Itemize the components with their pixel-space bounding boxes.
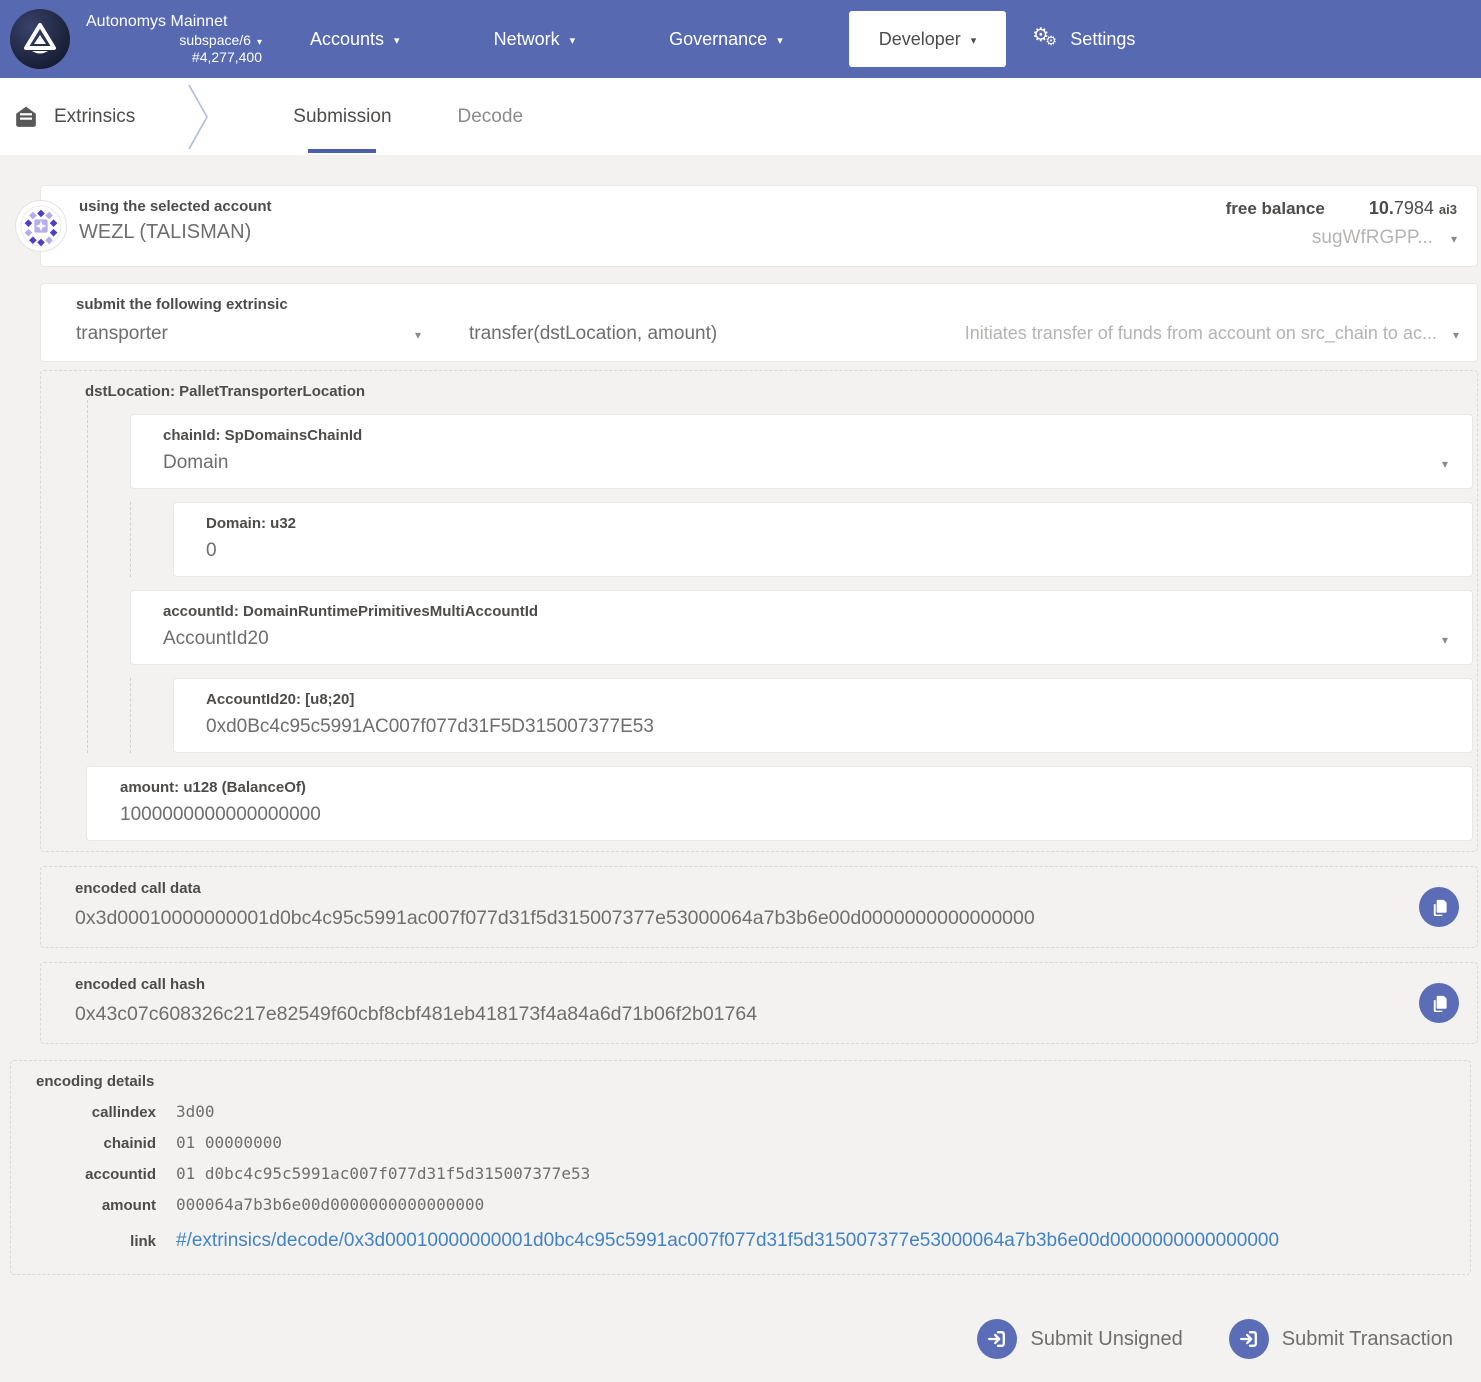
- detail-row-link: link #/extrinsics/decode/0x3d00010000000…: [11, 1230, 1470, 1252]
- balance-block: free balance 10.7984 ai3 sugWfRGPP...▾: [1226, 198, 1457, 249]
- tab-decode[interactable]: Decode: [450, 78, 532, 155]
- tab-bar: Submission Decode: [285, 78, 531, 155]
- dstlocation-nested-group: chainId: SpDomainsChainId Domain ▾ Domai…: [87, 400, 1477, 753]
- extrinsics-inbox-icon: [14, 105, 38, 129]
- chevron-down-icon: ▾: [1451, 232, 1457, 246]
- free-balance-label: free balance: [1226, 199, 1325, 219]
- nav-developer[interactable]: Developer▾: [849, 11, 1007, 67]
- chevron-down-icon: ▾: [1442, 633, 1448, 647]
- detail-key: amount: [11, 1197, 156, 1214]
- detail-value: 01 d0bc4c95c5991ac007f077d31f5d315007377…: [176, 1164, 590, 1183]
- param-accountid-value[interactable]: AccountId20: [163, 628, 1472, 650]
- sign-in-arrow-icon: [1229, 1319, 1269, 1359]
- encoded-call-data-label: encoded call data: [75, 880, 1477, 897]
- method-select[interactable]: transfer(dstLocation, amount): [469, 323, 717, 345]
- chevron-down-icon: ▾: [257, 37, 262, 48]
- copy-call-hash-button[interactable]: [1419, 983, 1459, 1023]
- decode-link[interactable]: #/extrinsics/decode/0x3d00010000000001d0…: [176, 1230, 1279, 1252]
- submit-unsigned-button[interactable]: Submit Unsigned: [977, 1319, 1182, 1359]
- encoding-details-section: encoding details callindex 3d00 chainid …: [10, 1060, 1471, 1275]
- param-accountid[interactable]: accountId: DomainRuntimePrimitivesMultiA…: [130, 590, 1473, 665]
- encoded-call-hash-label: encoded call hash: [75, 976, 1477, 993]
- autonomys-triangle-icon: [20, 19, 60, 59]
- extrinsic-section-label: submit the following extrinsic: [76, 296, 1477, 313]
- submit-actions: Submit Unsigned Submit Transaction: [0, 1319, 1453, 1359]
- chevron-down-icon: ▾: [971, 34, 977, 47]
- account-selector-card[interactable]: using the selected account WEZL (TALISMA…: [40, 185, 1478, 267]
- param-accountid20-value[interactable]: 0xd0Bc4c95c5991AC007f077d31F5D315007377E…: [206, 716, 1472, 738]
- submit-unsigned-label: Submit Unsigned: [1030, 1328, 1182, 1351]
- detail-row-callindex: callindex 3d00: [11, 1102, 1470, 1121]
- encoded-call-hash-value: 0x43c07c608326c217e82549f60cbf8cbf481eb4…: [75, 1003, 1367, 1026]
- network-info: Autonomys Mainnet subspace/6▾ #4,277,400: [84, 12, 262, 67]
- detail-value: 01 00000000: [176, 1133, 282, 1152]
- sign-in-arrow-icon: [977, 1319, 1017, 1359]
- breadcrumb-chevron-icon: [186, 83, 212, 156]
- encoding-details-label: encoding details: [36, 1073, 1470, 1090]
- detail-key: chainid: [11, 1135, 156, 1152]
- method-description-dropdown[interactable]: Initiates transfer of funds from account…: [717, 323, 1477, 344]
- encoded-call-hash-section: encoded call hash 0x43c07c608326c217e825…: [40, 962, 1478, 1044]
- detail-row-accountid: accountid 01 d0bc4c95c5991ac007f077d31f5…: [11, 1164, 1470, 1183]
- params-container: dstLocation: PalletTransporterLocation c…: [40, 370, 1478, 852]
- chevron-down-icon: ▾: [570, 34, 576, 47]
- detail-key: callindex: [11, 1104, 156, 1121]
- chevron-down-icon: ▾: [777, 34, 783, 47]
- copy-icon: [1430, 994, 1449, 1013]
- detail-key: link: [11, 1233, 156, 1250]
- accountid-nested-group: AccountId20: [u8;20] 0xd0Bc4c95c5991AC00…: [130, 678, 1477, 753]
- account-identicon[interactable]: [15, 200, 67, 252]
- autonomys-logo-icon[interactable]: [10, 9, 70, 69]
- submit-transaction-label: Submit Transaction: [1282, 1328, 1453, 1351]
- param-domain-label: Domain: u32: [206, 515, 1472, 532]
- nav-governance[interactable]: Governance▾: [669, 29, 783, 50]
- detail-value: 3d00: [176, 1102, 215, 1121]
- param-accountid-label: accountId: DomainRuntimePrimitivesMultiA…: [163, 603, 1472, 620]
- settings-gears-icon: ⚙ ⚙: [1032, 26, 1062, 52]
- pallet-select[interactable]: transporter▾: [76, 323, 421, 345]
- param-dstlocation-label: dstLocation: PalletTransporterLocation: [85, 383, 1477, 400]
- free-balance-value: 10.: [1369, 198, 1394, 219]
- copy-call-data-button[interactable]: [1419, 887, 1459, 927]
- block-number: #4,277,400: [84, 49, 262, 67]
- nav-accounts[interactable]: Accounts▾: [310, 29, 400, 50]
- param-amount-label: amount: u128 (BalanceOf): [120, 779, 1472, 796]
- balance-unit: ai3: [1439, 202, 1457, 217]
- network-name: Autonomys Mainnet: [84, 12, 262, 32]
- page-title: Extrinsics: [54, 106, 135, 128]
- param-chainid-value[interactable]: Domain: [163, 452, 1472, 474]
- param-amount-value[interactable]: 1000000000000000000: [120, 804, 1472, 826]
- chain-spec-selector[interactable]: subspace/6▾: [84, 32, 262, 50]
- nav-network[interactable]: Network▾: [494, 29, 576, 50]
- encoded-call-data-section: encoded call data 0x3d00010000000001d0bc…: [40, 866, 1478, 948]
- chevron-down-icon: ▾: [415, 328, 421, 342]
- breadcrumb-tab-bar: Extrinsics Submission Decode: [0, 78, 1481, 155]
- submit-transaction-button[interactable]: Submit Transaction: [1229, 1319, 1453, 1359]
- param-accountid20-label: AccountId20: [u8;20]: [206, 691, 1472, 708]
- top-navigation-bar: Autonomys Mainnet subspace/6▾ #4,277,400…: [0, 0, 1481, 78]
- detail-value: 000064a7b3b6e00d0000000000000000: [176, 1195, 484, 1214]
- account-address-dropdown[interactable]: sugWfRGPP...▾: [1226, 227, 1457, 249]
- chevron-down-icon: ▾: [1453, 328, 1459, 342]
- encoded-call-data-value: 0x3d00010000000001d0bc4c95c5991ac007f077…: [75, 907, 1367, 930]
- param-chainid[interactable]: chainId: SpDomainsChainId Domain ▾: [130, 414, 1473, 489]
- chevron-down-icon: ▾: [394, 34, 400, 47]
- param-accountid20[interactable]: AccountId20: [u8;20] 0xd0Bc4c95c5991AC00…: [173, 678, 1473, 753]
- param-domain[interactable]: Domain: u32 0: [173, 502, 1473, 577]
- detail-key: accountid: [11, 1166, 156, 1183]
- copy-icon: [1430, 898, 1449, 917]
- param-chainid-label: chainId: SpDomainsChainId: [163, 427, 1472, 444]
- chainid-nested-group: Domain: u32 0: [130, 502, 1477, 577]
- main-content: using the selected account WEZL (TALISMA…: [0, 155, 1481, 1359]
- tab-submission[interactable]: Submission: [285, 78, 399, 155]
- param-amount[interactable]: amount: u128 (BalanceOf) 100000000000000…: [86, 766, 1473, 841]
- extrinsic-select-card: submit the following extrinsic transport…: [40, 283, 1478, 362]
- param-domain-value[interactable]: 0: [206, 540, 1472, 562]
- nav-settings[interactable]: ⚙ ⚙ Settings: [1032, 26, 1135, 52]
- detail-row-chainid: chainid 01 00000000: [11, 1133, 1470, 1152]
- chevron-down-icon: ▾: [1442, 457, 1448, 471]
- detail-row-amount: amount 000064a7b3b6e00d0000000000000000: [11, 1195, 1470, 1214]
